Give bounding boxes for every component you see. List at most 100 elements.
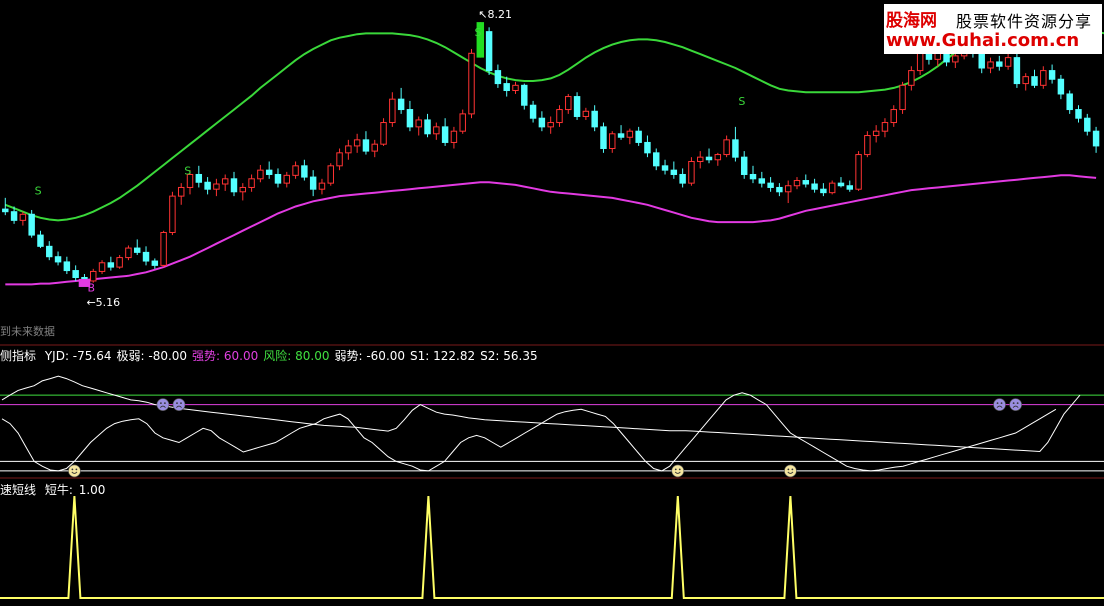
eye — [159, 402, 162, 405]
candle-body — [125, 247, 132, 259]
eye — [176, 402, 178, 405]
watermark-url: www.Guhai.com.cn — [886, 30, 1080, 51]
candle — [512, 81, 519, 94]
candle — [441, 118, 449, 146]
candle — [617, 125, 625, 140]
frown-face-icon — [993, 398, 1006, 411]
candle-body — [582, 110, 590, 117]
candle-body — [450, 130, 458, 143]
signal-readout-row: 速短线 短牛: 1.00 — [0, 481, 110, 498]
candle-body — [565, 96, 572, 111]
candle-body — [996, 61, 1003, 67]
candle-body — [345, 145, 352, 154]
candle — [714, 152, 722, 166]
candle — [749, 165, 757, 184]
candle — [292, 161, 299, 179]
candle — [327, 163, 334, 186]
candle — [1022, 73, 1029, 91]
candle — [767, 177, 774, 192]
candle — [19, 211, 27, 226]
candle-body — [151, 260, 159, 266]
candle — [151, 258, 159, 269]
candle — [1048, 64, 1056, 84]
future-data-note: 到未来数据 — [0, 325, 55, 338]
candle-body — [1031, 76, 1038, 86]
candle — [336, 148, 343, 171]
candle — [987, 57, 994, 74]
candle — [688, 157, 695, 186]
candle — [309, 170, 317, 197]
candle-body — [424, 119, 431, 135]
face-icon — [172, 398, 186, 411]
indicator-readout: 风险: 80.00 — [263, 349, 330, 363]
indicator-lines — [0, 375, 1104, 478]
kline-chart-svg[interactable]: S B S S S — [0, 0, 1104, 602]
candlesticks[interactable] — [2, 22, 1100, 287]
candle-body — [916, 52, 924, 72]
candle — [257, 164, 264, 183]
candle-body — [767, 182, 774, 188]
candle-body — [1084, 117, 1091, 132]
candle — [1092, 126, 1100, 153]
face-icon — [156, 398, 170, 411]
candle — [459, 109, 466, 134]
candle-body — [107, 262, 115, 268]
candle-body — [1092, 130, 1100, 147]
candle — [723, 135, 730, 158]
candle-body — [213, 183, 220, 190]
candle — [802, 174, 810, 188]
candle — [28, 209, 35, 238]
candle — [872, 125, 880, 143]
candle-body — [591, 110, 598, 128]
candle — [318, 178, 326, 195]
candle-body — [635, 130, 642, 143]
candle-body — [1004, 57, 1012, 67]
candle — [397, 87, 405, 114]
candle — [705, 148, 713, 164]
candle-body — [529, 104, 537, 119]
candle — [1004, 53, 1012, 70]
candle — [362, 131, 370, 155]
candle — [846, 180, 853, 192]
candle-body — [380, 122, 387, 145]
candle-body — [521, 84, 528, 106]
indicator-readout: 强势: 60.00 — [192, 349, 259, 363]
frown-face-icon — [1009, 398, 1022, 411]
watermark-slogan: 股票软件资源分享 — [956, 12, 1093, 31]
candle-body — [978, 52, 985, 69]
candle — [1040, 66, 1047, 89]
candle-body — [793, 180, 801, 187]
candle-body — [758, 178, 766, 184]
candle — [732, 126, 739, 162]
candle-body — [142, 251, 150, 262]
candle-body — [177, 186, 185, 197]
candle-body — [1040, 70, 1047, 86]
candle-body — [864, 135, 871, 156]
candle-body — [46, 245, 53, 258]
candle-body — [661, 165, 669, 171]
candle — [670, 161, 678, 179]
candle — [864, 131, 871, 158]
candle-body — [512, 84, 519, 92]
indicator-readout: S2: 56.35 — [480, 349, 538, 363]
candle — [107, 256, 115, 271]
candle — [644, 135, 651, 158]
candle — [661, 159, 669, 175]
candle — [626, 128, 634, 145]
candle — [811, 178, 818, 193]
candle-body — [1048, 70, 1056, 80]
eye — [996, 402, 999, 405]
candle-body — [169, 195, 176, 233]
candle-body — [221, 178, 229, 185]
eye — [1016, 402, 1019, 405]
candle — [468, 48, 475, 119]
candle-body — [309, 176, 317, 190]
candle — [908, 66, 915, 91]
indicator-readout: 极弱: -80.00 — [116, 349, 188, 363]
candle-body — [837, 182, 845, 187]
candle-body — [415, 119, 422, 128]
candle — [521, 83, 528, 110]
arrow-icon: ↖ — [478, 8, 488, 22]
watermark-logo: 股海网 股票软件资源分享 www.Guhai.com.cn — [884, 4, 1102, 54]
signal-markers: S B S S S — [35, 26, 746, 294]
